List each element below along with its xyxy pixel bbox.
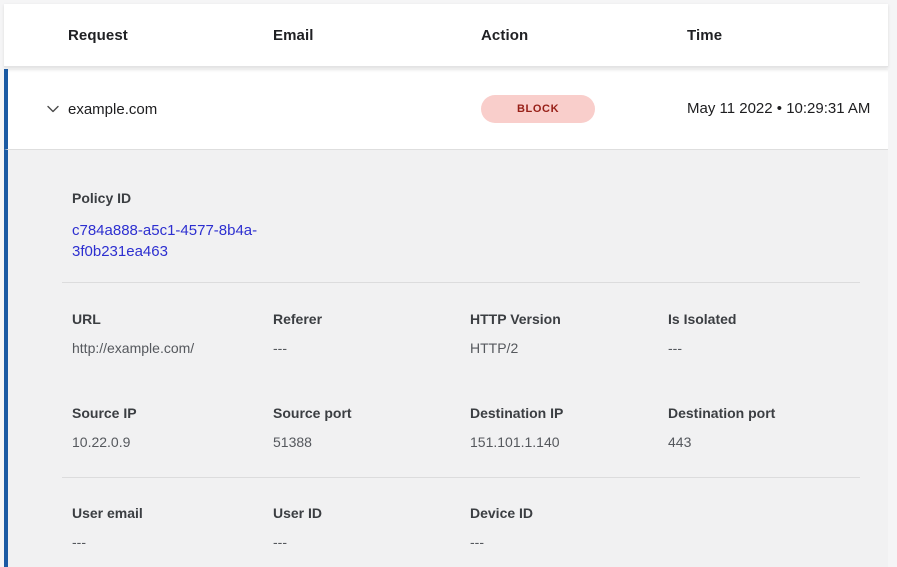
field-user-email: User email ---: [72, 505, 273, 551]
section-divider: [62, 282, 860, 283]
field-value: ---: [273, 340, 470, 357]
policy-id-section: Policy ID c784a888-a5c1-4577-8b4a-3f0b23…: [72, 190, 860, 262]
field-label: User email: [72, 505, 273, 522]
column-header-email: Email: [273, 27, 481, 44]
field-value: ---: [72, 534, 273, 551]
field-destination-port: Destination port 443: [668, 405, 860, 451]
field-label: URL: [72, 311, 273, 328]
row-request-value: example.com: [68, 101, 273, 118]
field-label: Destination port: [668, 405, 860, 422]
status-badge: BLOCK: [481, 95, 595, 123]
user-fields-row: User email --- User ID --- Device ID ---: [72, 505, 860, 551]
field-source-port: Source port 51388: [273, 405, 470, 451]
field-value: ---: [470, 534, 668, 551]
row-expander-button[interactable]: [44, 100, 62, 118]
network-fields-row: Source IP 10.22.0.9 Source port 51388 De…: [72, 405, 860, 451]
field-value: 51388: [273, 434, 470, 451]
field-value: 151.101.1.140: [470, 434, 668, 451]
row-time-value: May 11 2022 • 10:29:31 AM: [687, 97, 888, 121]
field-label: Source IP: [72, 405, 273, 422]
column-header-action: Action: [481, 27, 687, 44]
section-divider: [62, 477, 860, 478]
field-url: URL http://example.com/: [72, 311, 273, 357]
field-referer: Referer ---: [273, 311, 470, 357]
http-fields-row: URL http://example.com/ Referer --- HTTP…: [72, 311, 860, 357]
policy-id-label: Policy ID: [72, 190, 860, 207]
field-value: 10.22.0.9: [72, 434, 273, 451]
table-row[interactable]: example.com BLOCK May 11 2022 • 10:29:31…: [4, 69, 888, 149]
row-action-cell: BLOCK: [481, 95, 687, 123]
field-value: HTTP/2: [470, 340, 668, 357]
policy-id-link[interactable]: c784a888-a5c1-4577-8b4a-3f0b231ea463: [72, 220, 282, 262]
field-value: 443: [668, 434, 860, 451]
field-label: Device ID: [470, 505, 668, 522]
field-label: HTTP Version: [470, 311, 668, 328]
row-details-panel: Policy ID c784a888-a5c1-4577-8b4a-3f0b23…: [4, 149, 888, 567]
field-source-ip: Source IP 10.22.0.9: [72, 405, 273, 451]
field-label: Referer: [273, 311, 470, 328]
gateway-log-page: Request Email Action Time example.com BL…: [0, 4, 897, 567]
field-http-version: HTTP Version HTTP/2: [470, 311, 668, 357]
field-is-isolated: Is Isolated ---: [668, 311, 860, 357]
field-empty: [668, 505, 860, 551]
field-label: Destination IP: [470, 405, 668, 422]
table-header: Request Email Action Time: [4, 4, 888, 67]
column-header-time: Time: [687, 27, 888, 44]
field-value: ---: [668, 340, 860, 357]
chevron-down-icon: [45, 101, 61, 117]
field-value: ---: [273, 534, 470, 551]
field-label: Source port: [273, 405, 470, 422]
field-destination-ip: Destination IP 151.101.1.140: [470, 405, 668, 451]
field-label: User ID: [273, 505, 470, 522]
field-label: Is Isolated: [668, 311, 860, 328]
field-user-id: User ID ---: [273, 505, 470, 551]
field-value: http://example.com/: [72, 340, 273, 357]
column-header-request: Request: [68, 27, 273, 44]
field-device-id: Device ID ---: [470, 505, 668, 551]
